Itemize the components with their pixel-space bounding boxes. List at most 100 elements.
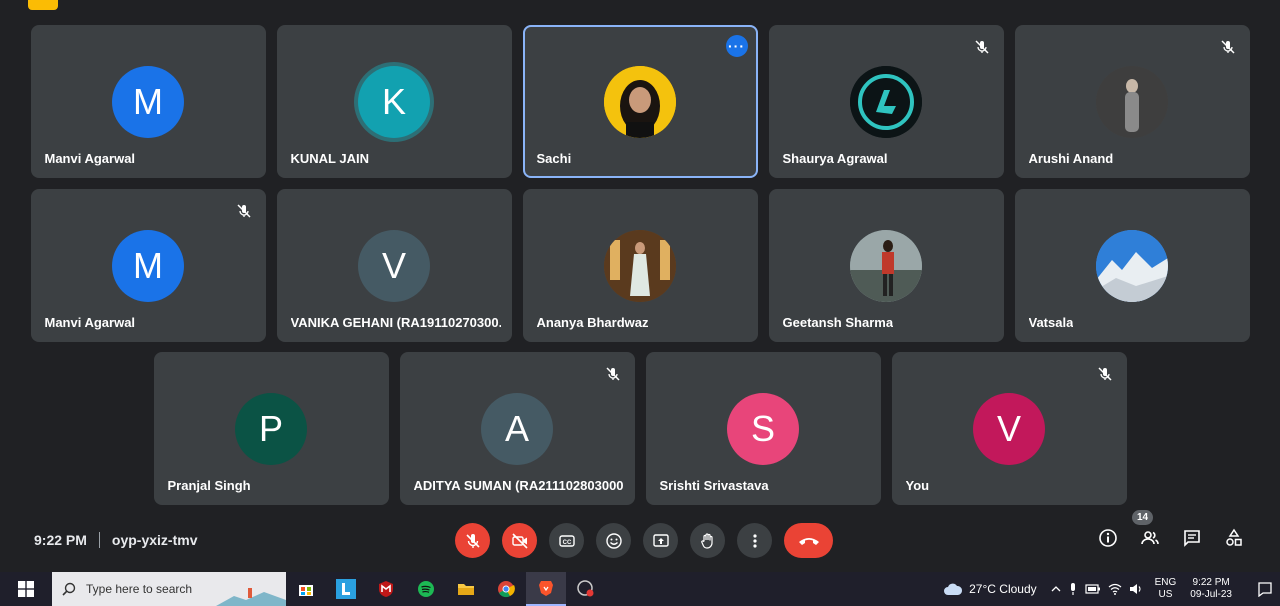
call-controls: CC <box>455 523 833 558</box>
participant-tile[interactable]: V VANIKA GEHANI (RA19110270300... <box>276 189 512 342</box>
participant-name: Srishti Srivastava <box>659 478 769 493</box>
participant-tile[interactable]: A ADITYA SUMAN (RA211102803000... <box>399 352 635 505</box>
search-placeholder: Type here to search <box>86 582 193 596</box>
leave-call-button[interactable] <box>784 523 833 558</box>
participant-count-badge: 14 <box>1132 510 1154 525</box>
mic-off-icon <box>605 367 620 381</box>
search-icon <box>62 582 76 596</box>
participant-tile[interactable]: Arushi Anand <box>1014 25 1250 178</box>
participant-tile[interactable]: Geetansh Sharma <box>768 189 1004 342</box>
lightshot-app-button[interactable] <box>326 572 366 606</box>
weather-text: 27°C Cloudy <box>969 582 1037 596</box>
participant-name: Ananya Bhardwaz <box>536 315 649 330</box>
captions-button[interactable]: CC <box>549 523 584 558</box>
meeting-details-button[interactable] <box>1098 528 1118 548</box>
participant-tile[interactable]: Ananya Bhardwaz <box>522 189 758 342</box>
avatar-photo <box>604 230 676 302</box>
mcafee-app-button[interactable] <box>366 572 406 606</box>
brave-app-button[interactable] <box>526 572 566 606</box>
participant-tile[interactable]: Vatsala <box>1014 189 1250 342</box>
weather-widget[interactable]: 27°C Cloudy <box>943 582 1037 596</box>
chevron-up-icon[interactable] <box>1051 584 1061 594</box>
microphone-icon[interactable] <box>1068 582 1078 596</box>
participant-tile[interactable]: M Manvi Agarwal <box>30 189 266 342</box>
l-app-icon <box>336 579 356 599</box>
language-code: ENG <box>1154 577 1177 588</box>
avatar: V <box>358 230 430 302</box>
participant-tile[interactable]: K KUNAL JAIN <box>276 25 512 178</box>
store-icon <box>299 585 313 596</box>
hang-up-icon <box>798 537 819 545</box>
spotify-app-button[interactable] <box>406 572 446 606</box>
participant-name: Manvi Agarwal <box>44 315 136 330</box>
self-tile[interactable]: V You <box>891 352 1127 505</box>
participant-name: Manvi Agarwal <box>44 151 136 166</box>
avatar-photo <box>850 230 922 302</box>
language-indicator[interactable]: ENG US <box>1155 577 1177 601</box>
windows-logo-icon <box>18 581 34 597</box>
participant-tile-active[interactable]: ··· Sachi <box>522 25 758 178</box>
participant-name: Sachi <box>536 151 572 166</box>
battery-icon[interactable] <box>1085 583 1101 595</box>
participant-name: ADITYA SUMAN (RA211102803000... <box>413 478 624 493</box>
avatar: K <box>358 66 430 138</box>
mic-off-icon <box>1220 40 1235 54</box>
participant-tile[interactable]: S Srishti Srivastava <box>645 352 881 505</box>
hand-icon <box>700 532 713 549</box>
chrome-icon <box>498 581 515 598</box>
people-button[interactable]: 14 <box>1132 510 1160 548</box>
speaker-icon[interactable] <box>1129 583 1143 595</box>
system-tray: 27°C Cloudy ENG US 9:22 PM 09-Jul-23 <box>943 572 1280 606</box>
svg-text:CC: CC <box>562 540 571 546</box>
grid-row-1: M Manvi Agarwal K KUNAL JAIN ··· Sachi S… <box>0 25 1280 178</box>
participant-name: Pranjal Singh <box>167 478 251 493</box>
file-explorer-button[interactable] <box>446 572 486 606</box>
meeting-side-controls: 14 <box>1098 510 1244 548</box>
chat-icon <box>1184 530 1200 547</box>
recording-app-button[interactable] <box>566 572 606 606</box>
cloud-icon <box>944 583 963 595</box>
chat-button[interactable] <box>1182 528 1202 548</box>
taskbar-search-box[interactable]: Type here to search <box>52 572 286 606</box>
hand-mic-icon <box>465 533 480 548</box>
chrome-app-button[interactable] <box>486 572 526 606</box>
raise-hand-button[interactable] <box>690 523 725 558</box>
reactions-button[interactable] <box>596 523 631 558</box>
meeting-controls-bar: 9:22 PM oyp-yxiz-tmv CC 14 <box>0 510 1280 572</box>
emoji-icon <box>605 532 622 549</box>
participant-tile[interactable]: Shaurya Agrawal <box>768 25 1004 178</box>
windows-taskbar: Type here to search 27°C Cloudy ENG US 9… <box>0 572 1280 606</box>
info-icon <box>1099 529 1117 547</box>
present-button[interactable] <box>643 523 678 558</box>
participant-tile[interactable]: P Pranjal Singh <box>153 352 389 505</box>
mic-off-button[interactable] <box>455 523 490 558</box>
spotify-icon <box>418 581 434 597</box>
more-options-icon[interactable]: ··· <box>725 35 748 57</box>
search-highlight-illustration <box>216 588 286 606</box>
start-button[interactable] <box>0 572 52 606</box>
store-app-button[interactable] <box>286 572 326 606</box>
more-vert-icon <box>752 533 757 548</box>
wifi-icon[interactable] <box>1108 583 1122 595</box>
participant-name: Vatsala <box>1028 315 1074 330</box>
notifications-button[interactable] <box>1250 581 1280 597</box>
avatar: P <box>235 393 307 465</box>
camera-off-button[interactable] <box>502 523 537 558</box>
notification-icon <box>1258 582 1272 597</box>
keyboard-region: US <box>1158 589 1173 600</box>
grid-row-2: M Manvi Agarwal V VANIKA GEHANI (RA19110… <box>0 189 1280 342</box>
avatar: M <box>112 230 184 302</box>
participant-grid: M Manvi Agarwal K KUNAL JAIN ··· Sachi S… <box>0 0 1280 520</box>
people-icon <box>1141 531 1159 545</box>
taskbar-clock[interactable]: 9:22 PM 09-Jul-23 <box>1190 577 1232 601</box>
present-screen-icon <box>652 533 669 547</box>
participant-tile[interactable]: M Manvi Agarwal <box>30 25 266 178</box>
mic-off-icon <box>1097 367 1112 381</box>
activities-button[interactable] <box>1224 528 1244 548</box>
avatar: V <box>973 393 1045 465</box>
brave-lion-icon <box>539 581 553 596</box>
more-options-button[interactable] <box>737 523 772 558</box>
mic-off-icon <box>974 40 989 54</box>
mcafee-shield-icon <box>379 581 393 597</box>
participant-name: Shaurya Agrawal <box>782 151 888 166</box>
